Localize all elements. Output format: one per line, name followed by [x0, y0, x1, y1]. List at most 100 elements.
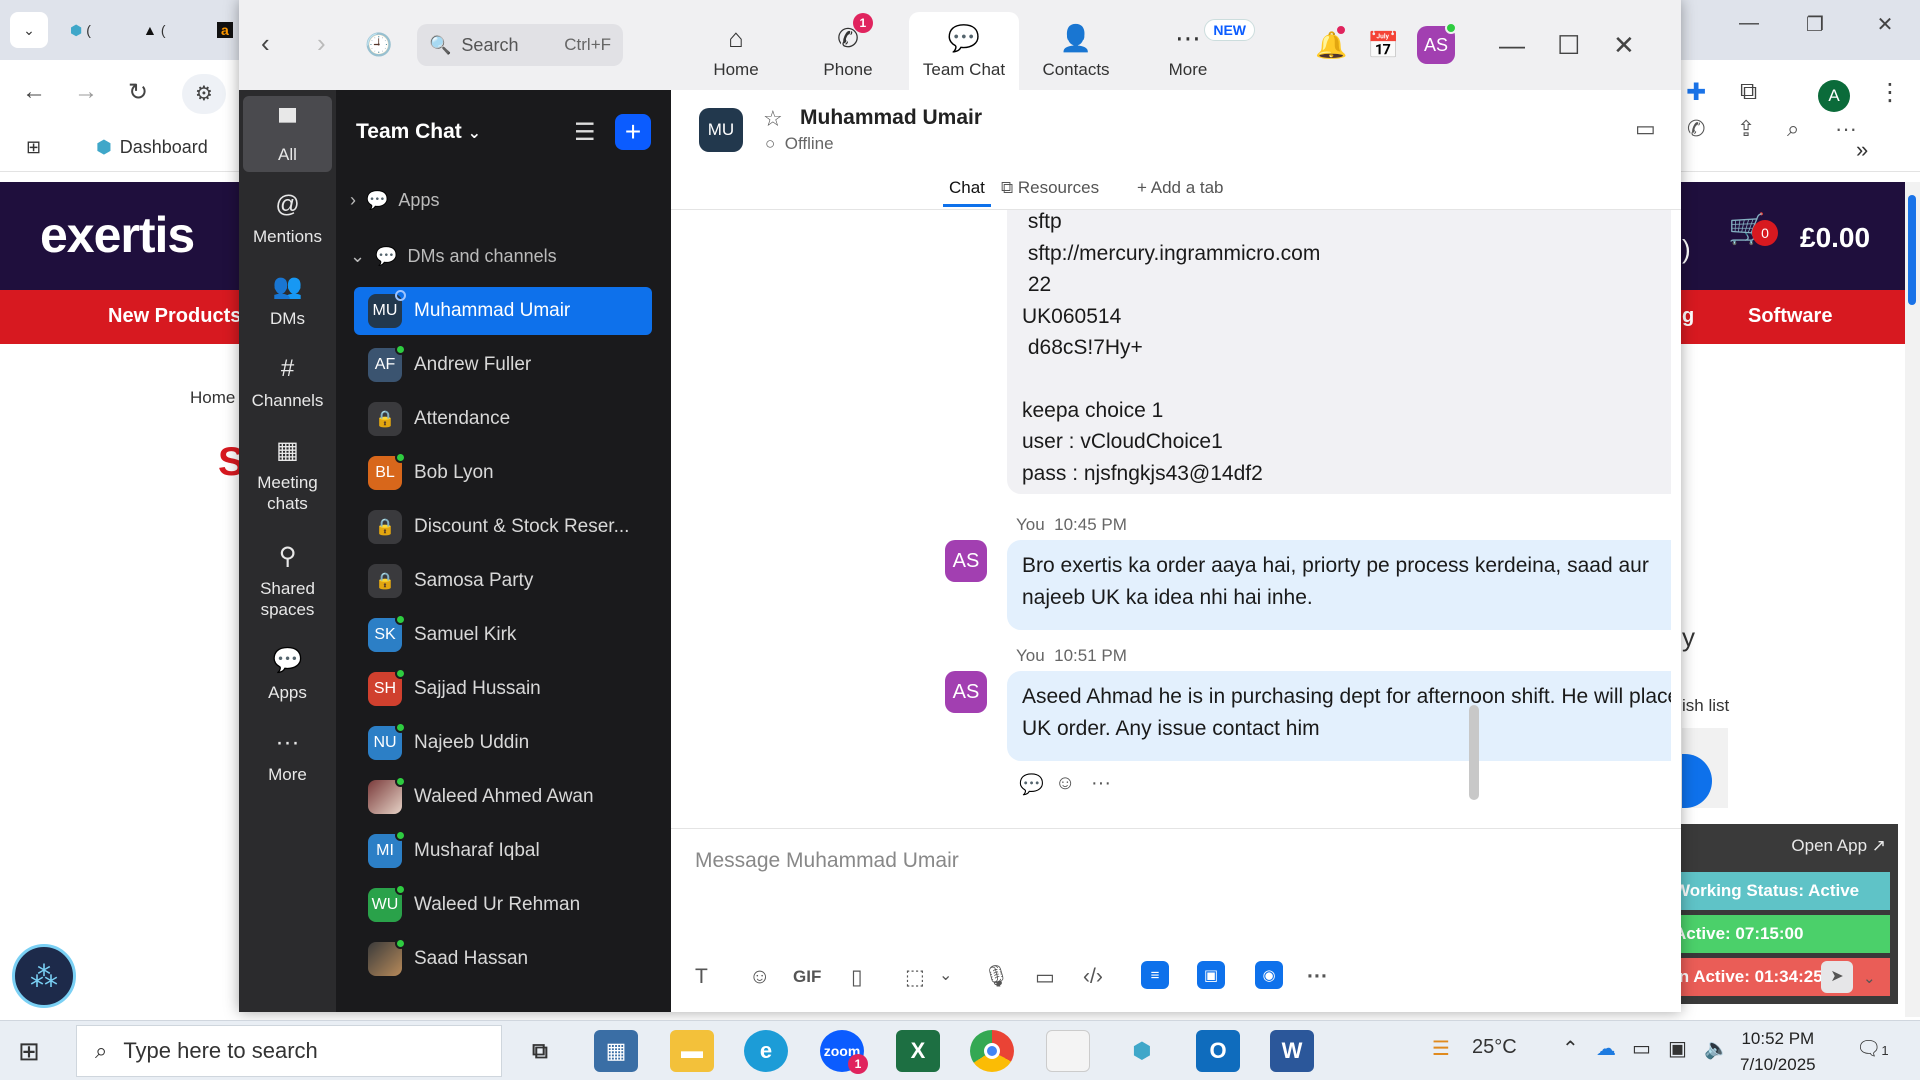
channel-item-najeeb-uddin[interactable]: NU Najeeb Uddin — [354, 719, 652, 767]
taskbar-search[interactable]: ⌕ Type here to search — [76, 1025, 502, 1077]
section-dms-channels[interactable]: ⌄ 💬 DMs and channels — [350, 246, 557, 267]
channel-item-samuel-kirk[interactable]: SK Samuel Kirk — [354, 611, 652, 659]
reply-icon[interactable]: 💬 — [1019, 772, 1044, 797]
contact-avatar[interactable]: MU — [699, 108, 743, 152]
screenshot-icon[interactable]: ⬚ — [905, 965, 925, 990]
browser-minimize-icon[interactable]: — — [1724, 12, 1774, 35]
close-icon[interactable]: ✕ — [1613, 30, 1635, 61]
rail-meeting-chats[interactable]: ▦ Meeting chats — [243, 424, 332, 515]
network-icon[interactable]: ▣ — [1668, 1036, 1687, 1061]
browser-scrollbar-thumb[interactable] — [1908, 195, 1916, 305]
rail-shared-spaces[interactable]: ⚲ Shared spaces — [243, 530, 332, 621]
calendar-icon[interactable]: 📅 — [1367, 30, 1399, 61]
message-bubble[interactable]: Aseed Ahmad he is in purchasing dept for… — [1007, 671, 1671, 761]
previous-message-bubble[interactable]: sftp sftp://mercury.ingrammicro.com 22 UK… — [1007, 210, 1671, 494]
rail-mentions[interactable]: @ Mentions — [243, 178, 332, 247]
message-avatar[interactable]: AS — [945, 671, 987, 713]
message-avatar[interactable]: AS — [945, 540, 987, 582]
apps-grid-icon[interactable]: ⊞ — [26, 137, 41, 158]
channel-item-sajjad-hussain[interactable]: SH Sajjad Hussain — [354, 665, 652, 713]
browser-tab[interactable]: ⬢( — [70, 16, 110, 44]
contact-name[interactable]: Muhammad Umair — [800, 106, 982, 130]
gif-icon[interactable]: GIF — [793, 967, 821, 987]
text-format-icon[interactable]: T — [695, 965, 708, 989]
tab-contacts[interactable]: 👤 Contacts — [1021, 12, 1131, 90]
tab-more[interactable]: ⋯ NEW More — [1133, 12, 1255, 90]
channel-item-waleed-ur-rehman[interactable]: WU Waleed Ur Rehman — [354, 881, 652, 929]
windows-start-icon[interactable]: ⊞ — [18, 1036, 40, 1067]
more-options-icon[interactable]: ··· — [1835, 116, 1857, 142]
app-docs-icon[interactable]: ≡ — [1141, 961, 1169, 989]
rail-channels[interactable]: # Channels — [243, 342, 332, 411]
tab-chat[interactable]: Chat — [943, 178, 991, 207]
channel-item-andrew-fuller[interactable]: AF Andrew Fuller — [354, 341, 652, 389]
zoom-search-box[interactable]: 🔍 Search Ctrl+F — [417, 24, 623, 66]
nav-partial-item[interactable]: g — [1682, 305, 1694, 328]
channel-item-musharaf-iqbal[interactable]: MI Musharaf Iqbal — [354, 827, 652, 875]
browser-tab[interactable]: ▲( — [143, 16, 183, 44]
chat-scrollbar-thumb[interactable] — [1469, 705, 1479, 800]
site-blue-button[interactable] — [1682, 754, 1712, 808]
channel-item-saad-hassan[interactable]: Saad Hassan — [354, 935, 652, 983]
battery-icon[interactable]: ▭ — [1632, 1036, 1651, 1061]
tab-search-dropdown[interactable]: ⌄ — [10, 12, 48, 48]
file-icon[interactable]: ▯ — [851, 965, 863, 990]
calculator-icon[interactable]: ▦ — [594, 1030, 638, 1072]
emoji-icon[interactable]: ☺ — [749, 965, 770, 989]
outlook-icon[interactable]: O — [1196, 1030, 1240, 1072]
weather-icon[interactable]: ☰ — [1432, 1036, 1450, 1061]
zoom-back-icon[interactable]: ‹ — [261, 28, 270, 59]
site-settings-icon[interactable]: ⚙ — [182, 74, 226, 114]
taskbar-clock[interactable]: 10:52 PM 7/10/2025 — [1740, 1026, 1816, 1077]
tab-add-a-tab[interactable]: + Add a tab — [1137, 178, 1224, 198]
channel-item-attendance[interactable]: 🔒 Attendance — [354, 395, 652, 443]
app-whiteboard-icon[interactable]: ▣ — [1197, 961, 1225, 989]
search-icon[interactable]: ⌕ — [1787, 116, 1799, 142]
chevron-down-icon[interactable]: ⌄ — [939, 965, 952, 985]
phone-call-icon[interactable]: ✆ — [1687, 116, 1705, 142]
send-icon[interactable]: ➤ — [1821, 961, 1853, 993]
browser-scrollbar[interactable] — [1905, 182, 1920, 1017]
channel-item-discount-stock[interactable]: 🔒 Discount & Stock Reser... — [354, 503, 652, 551]
nav-software[interactable]: Software — [1748, 305, 1832, 328]
message-bubble[interactable]: Bro exertis ka order aaya hai, priorty p… — [1007, 540, 1671, 630]
channel-item-waleed-ahmed-awan[interactable]: Waleed Ahmed Awan — [354, 773, 652, 821]
onedrive-icon[interactable]: ☁ — [1596, 1036, 1616, 1061]
rail-dms[interactable]: 👥 DMs — [243, 260, 332, 329]
nav-new-products[interactable]: New Products — [108, 305, 241, 328]
channel-item-bob-lyon[interactable]: BL Bob Lyon — [354, 449, 652, 497]
chevron-down-icon[interactable]: ⌄ — [1863, 969, 1876, 987]
forward-arrow-icon[interactable]: → — [74, 78, 98, 106]
notification-center-icon[interactable]: 🗨1 — [1856, 1036, 1889, 1061]
zoom-forward-icon[interactable]: › — [317, 28, 326, 59]
profile-avatar[interactable]: A — [1818, 80, 1850, 112]
browser-menu-icon[interactable]: ⋮ — [1878, 78, 1902, 107]
video-message-icon[interactable]: ▭ — [1035, 965, 1055, 990]
browser-close-icon[interactable]: ✕ — [1860, 12, 1910, 37]
history-icon[interactable]: 🕘 — [365, 32, 392, 58]
minimize-icon[interactable]: — — [1499, 30, 1525, 61]
notepad-icon[interactable] — [1046, 1030, 1090, 1072]
task-view-icon[interactable]: ⧉ — [518, 1030, 562, 1072]
app-zoom-icon[interactable]: ◉ — [1255, 961, 1283, 989]
more-composer-icon[interactable]: ··· — [1307, 965, 1328, 989]
tab-resources[interactable]: ⧉ Resources — [1001, 178, 1099, 198]
file-explorer-icon[interactable]: ▬ — [670, 1030, 714, 1072]
message-input[interactable]: Message Muhammad Umair — [695, 849, 959, 873]
rail-more[interactable]: ··· More — [243, 716, 332, 785]
cart-total[interactable]: £0.00 — [1800, 222, 1870, 254]
more-actions-icon[interactable]: ··· — [1091, 772, 1111, 795]
maximize-icon[interactable]: ☐ — [1557, 30, 1580, 61]
zoom-app-icon[interactable]: zoom 1 — [820, 1030, 868, 1074]
new-chat-button[interactable]: + — [615, 114, 651, 150]
browser-restore-icon[interactable]: ❐ — [1790, 12, 1840, 37]
word-icon[interactable]: W — [1270, 1030, 1314, 1072]
rail-apps[interactable]: 💬 Apps — [243, 634, 332, 703]
tab-phone[interactable]: ✆ 1 Phone — [793, 12, 903, 90]
app-hex-icon[interactable]: ⬢ — [1120, 1030, 1164, 1072]
back-arrow-icon[interactable]: ← — [22, 78, 46, 106]
volume-icon[interactable]: 🔈 — [1704, 1036, 1729, 1061]
edge-icon[interactable]: e — [744, 1030, 788, 1072]
microphone-icon[interactable]: 🎙 — [983, 965, 1010, 989]
bookmark-dashboard[interactable]: ⬢ Dashboard — [96, 137, 208, 158]
